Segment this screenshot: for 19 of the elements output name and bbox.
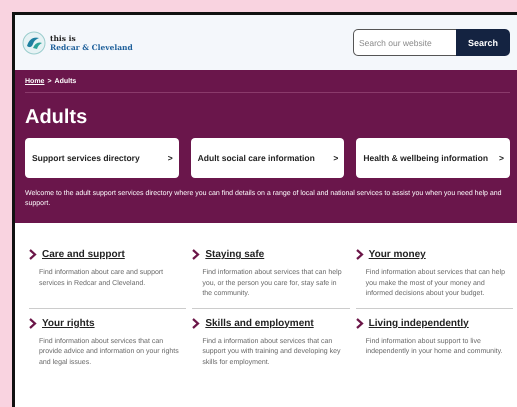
chevron-icon: [29, 249, 37, 260]
chevron-icon: [192, 318, 200, 328]
chevron-icon: [356, 318, 364, 328]
search-field[interactable]: Search our website: [352, 29, 456, 56]
topic-link[interactable]: Living independently: [368, 318, 469, 328]
link-card[interactable]: Support services directory >: [25, 138, 179, 178]
chevron-icon: [356, 249, 364, 260]
topic-link[interactable]: Your money: [368, 249, 426, 260]
link-card[interactable]: Adult social care information >: [190, 138, 344, 178]
chevron-icon: [192, 249, 200, 260]
chevron-icon: [29, 318, 37, 328]
topic-link[interactable]: Skills and employment: [205, 318, 314, 328]
link-card[interactable]: Health & wellbeing information >: [356, 138, 510, 178]
search-button[interactable]: Search: [456, 29, 510, 56]
topic-link[interactable]: Your rights: [42, 318, 95, 328]
topic-link[interactable]: Staying safe: [205, 249, 264, 260]
page-title: Adults: [25, 106, 88, 129]
topic-link[interactable]: Care and support: [42, 249, 125, 260]
logo-icon: [22, 30, 46, 54]
